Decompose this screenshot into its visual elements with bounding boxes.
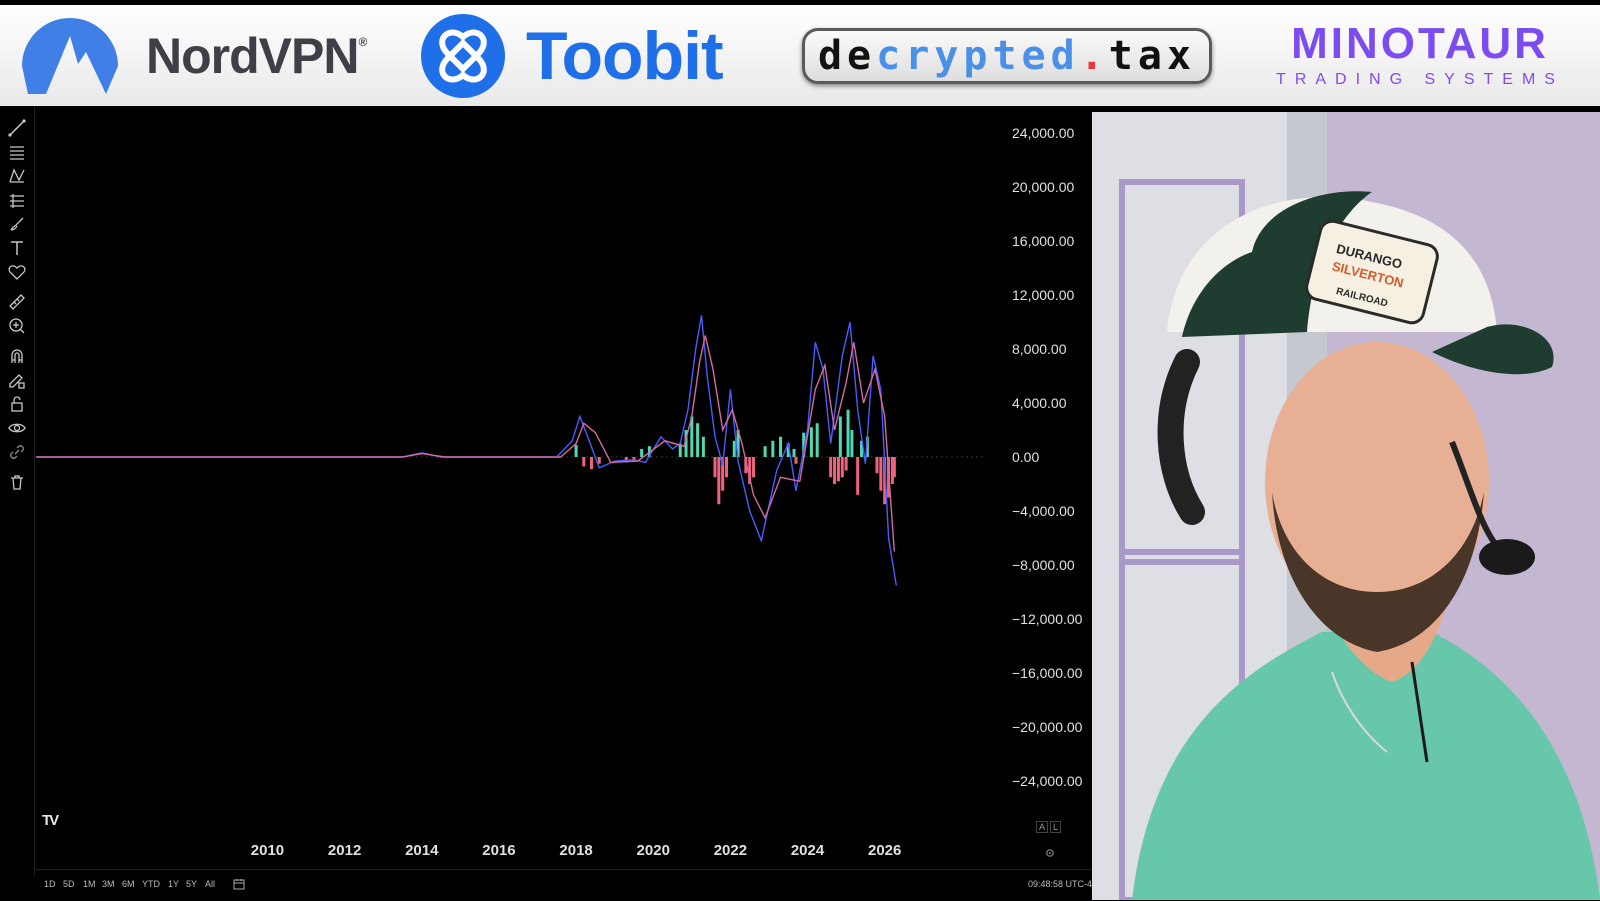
minotaur-sponsor: MINOTAUR TRADING SYSTEMS — [1255, 5, 1585, 106]
utc-clock[interactable]: 09:48:58 UTC-4 — [1028, 879, 1092, 889]
histogram-bar — [590, 457, 594, 470]
x-axis-tick-label: 2024 — [791, 842, 825, 859]
y-axis-tick-label: 16,000.00 — [1012, 233, 1074, 249]
histogram-bar — [640, 448, 644, 457]
histogram-bar — [809, 427, 813, 457]
range-5y[interactable]: 5Y — [186, 879, 197, 889]
histogram-bar — [836, 457, 840, 482]
histogram-bar — [846, 409, 850, 457]
histogram-bar — [713, 457, 717, 478]
y-axis-tick-label: 24,000.00 — [1012, 125, 1074, 141]
calendar-goto-icon[interactable] — [232, 877, 246, 891]
histogram-bar — [779, 436, 783, 457]
decrypted-dot: . — [1079, 32, 1109, 79]
macd-chart[interactable]: 24,000.00 20,000.00 16,000.00 12,000.00 8,00… — [0, 106, 1092, 876]
decrypted-tax-sponsor: de crypted. tax — [802, 5, 1212, 106]
histogram-bar — [794, 457, 798, 464]
histogram-bar — [792, 448, 796, 457]
histogram-bar — [696, 423, 700, 457]
decrypted-part-crypted: crypted — [876, 32, 1080, 79]
histogram-bar — [582, 457, 586, 467]
histogram-bar — [875, 457, 879, 474]
x-axis-tick-label: 2026 — [868, 842, 901, 859]
histogram-bar — [829, 457, 833, 478]
y-axis-tick-label: 8,000.00 — [1012, 341, 1067, 357]
tradingview-logo: TV — [42, 812, 59, 829]
scale-mode-buttons: A L — [1036, 821, 1062, 833]
range-1m[interactable]: 1M — [83, 879, 96, 889]
histogram-bar — [597, 457, 601, 464]
histogram-bar — [771, 440, 775, 457]
histogram-bar — [892, 457, 896, 478]
histogram-bar — [844, 457, 848, 471]
y-axis-tick-label: −12,000.00 — [1012, 611, 1083, 627]
y-axis-tick-label: −24,000.00 — [1012, 773, 1083, 789]
histogram-bar — [879, 457, 883, 491]
chart-panel: 24,000.00 20,000.00 16,000.00 12,000.00 8,00… — [0, 106, 1092, 900]
y-axis-tick-label: 12,000.00 — [1012, 287, 1074, 303]
y-axis-tick-label: 4,000.00 — [1012, 395, 1067, 411]
y-axis-tick-label: 0.00 — [1012, 449, 1039, 465]
x-axis-tick-label: 2020 — [637, 842, 670, 859]
bottom-range-bar: 1D 5D 1M 3M 6M YTD 1Y 5Y All 09:48:58 UT… — [34, 869, 1092, 901]
x-axis-tick-label: 2010 — [251, 842, 284, 859]
y-axis-tick-label: 20,000.00 — [1012, 179, 1074, 195]
auto-scale-button[interactable]: A — [1036, 821, 1049, 833]
x-axis-tick-label: 2012 — [328, 842, 361, 859]
decrypted-part-de: de — [817, 32, 877, 79]
toobit-sponsor: Toobit — [420, 5, 724, 106]
minotaur-tagline: TRADING SYSTEMS — [1276, 70, 1564, 88]
y-axis-tick-label: −20,000.00 — [1012, 719, 1083, 735]
streamer-video: DURANGO SILVERTON RAILROAD — [1092, 112, 1600, 900]
nordvpn-sponsor: NordVPN® — [20, 5, 367, 106]
histogram-bar — [850, 430, 854, 457]
histogram-bar — [717, 457, 721, 505]
histogram-bar — [815, 423, 819, 457]
y-axis-tick-label: −4,000.00 — [1012, 503, 1075, 519]
toobit-wordmark: Toobit — [526, 17, 724, 94]
histogram-bar — [725, 457, 729, 478]
log-scale-button[interactable]: L — [1050, 821, 1062, 833]
nordvpn-mountain-icon — [22, 17, 118, 94]
x-axis-tick-label: 2022 — [714, 842, 747, 859]
y-axis-tick-label: −8,000.00 — [1012, 557, 1075, 573]
histogram-bar — [763, 446, 767, 457]
x-axis-tick-label: 2016 — [482, 842, 515, 859]
histogram-bar — [732, 440, 736, 457]
range-1d[interactable]: 1D — [44, 879, 56, 889]
histogram-bar — [840, 457, 844, 478]
sponsor-banner: NordVPN® Toobit de crypted. tax MINOTAUR T… — [0, 0, 1600, 106]
range-3m[interactable]: 3M — [102, 879, 115, 889]
webcam-feed: DURANGO SILVERTON RAILROAD — [1092, 112, 1600, 900]
decrypted-tax-wordmark: de crypted. tax — [802, 27, 1212, 84]
y-axis-tick-label: −16,000.00 — [1012, 665, 1083, 681]
x-axis-tick-label: 2018 — [559, 842, 592, 859]
settings-gear-icon[interactable] — [1044, 847, 1056, 859]
x-axis-tick-label: 2014 — [405, 842, 439, 859]
macd-line — [36, 315, 897, 586]
toobit-knot-logo-icon — [421, 13, 505, 98]
histogram-bar — [838, 416, 842, 457]
histogram-bar — [752, 457, 756, 478]
nordvpn-wordmark: NordVPN — [146, 27, 359, 84]
histogram-bar — [574, 444, 578, 457]
decrypted-part-tax: tax — [1108, 32, 1197, 79]
range-all[interactable]: All — [205, 879, 215, 889]
histogram-bar — [701, 436, 705, 457]
range-6m[interactable]: 6M — [122, 879, 135, 889]
minotaur-wordmark: MINOTAUR — [1291, 18, 1549, 68]
histogram-bar — [856, 457, 860, 495]
range-5d[interactable]: 5D — [63, 879, 75, 889]
range-1y[interactable]: 1Y — [168, 879, 179, 889]
histogram-bar — [833, 457, 837, 484]
nordvpn-registered-mark: ® — [358, 34, 367, 49]
range-ytd[interactable]: YTD — [142, 879, 160, 889]
